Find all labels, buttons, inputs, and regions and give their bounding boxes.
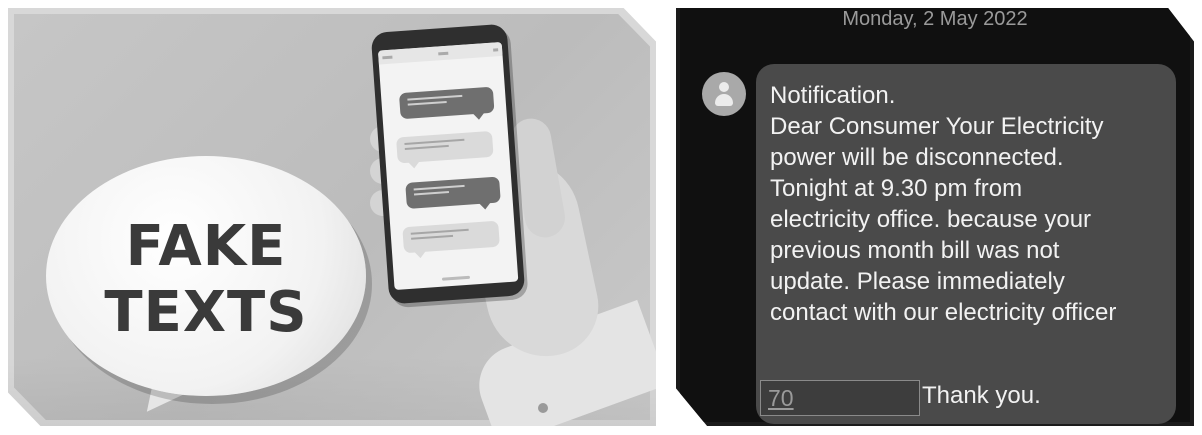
text-line [407, 94, 462, 101]
message-line: Notification. [770, 82, 896, 109]
message-line: previous month bill was not [770, 237, 1060, 264]
phone-screen [377, 41, 519, 291]
bubble-tail [414, 250, 427, 259]
text-line [404, 138, 465, 145]
chat-bubble-light [402, 220, 500, 259]
speech-bubble-text: FAKE TEXTS [46, 214, 366, 346]
text-line [413, 190, 450, 196]
chat-bubble-light [396, 130, 494, 169]
phone-number-prefix: 70 [768, 385, 794, 411]
text-line [411, 234, 453, 240]
chat-bubble-dark [398, 86, 495, 121]
speech-bubble: FAKE TEXTS [46, 156, 366, 426]
message-line: update. Please immediately [770, 268, 1065, 295]
message-date: Monday, 2 May 2022 [842, 8, 1028, 30]
status-icon [493, 47, 499, 52]
avatar-head [719, 82, 729, 92]
smartphone [370, 23, 526, 305]
text-line [404, 144, 449, 150]
sender-avatar-icon [702, 72, 746, 116]
sms-screenshot: Monday, 2 May 2022 Notification. Dear Co… [676, 8, 1194, 426]
message-text: Notification. Dear Consumer Your Electri… [770, 80, 1170, 328]
status-icon [437, 51, 448, 55]
bubble-tail [407, 160, 421, 169]
text-line [410, 228, 469, 235]
bubble-line-1: FAKE [125, 214, 287, 279]
home-indicator [441, 275, 471, 281]
bubble-tail [478, 202, 492, 210]
text-line [407, 100, 447, 106]
avatar-body [715, 94, 733, 106]
message-line: contact with our electricity officer [770, 299, 1117, 326]
message-closing: Thank you. [922, 382, 1041, 409]
cufflink [538, 403, 548, 413]
message-line: Tonight at 9.30 pm from [770, 175, 1023, 202]
message-line: Dear Consumer Your Electricity [770, 113, 1104, 140]
bubble-line-2: TEXTS [104, 280, 308, 345]
bubble-tail [472, 112, 485, 121]
phone-status-bar [377, 41, 503, 65]
message-line: electricity office. because your [770, 206, 1092, 233]
chat-bubble-dark [405, 176, 501, 210]
message-line: power will be disconnected. [770, 144, 1064, 171]
text-line [413, 184, 465, 191]
status-icon [382, 55, 393, 59]
fake-texts-illustration: FAKE TEXTS [8, 8, 656, 426]
